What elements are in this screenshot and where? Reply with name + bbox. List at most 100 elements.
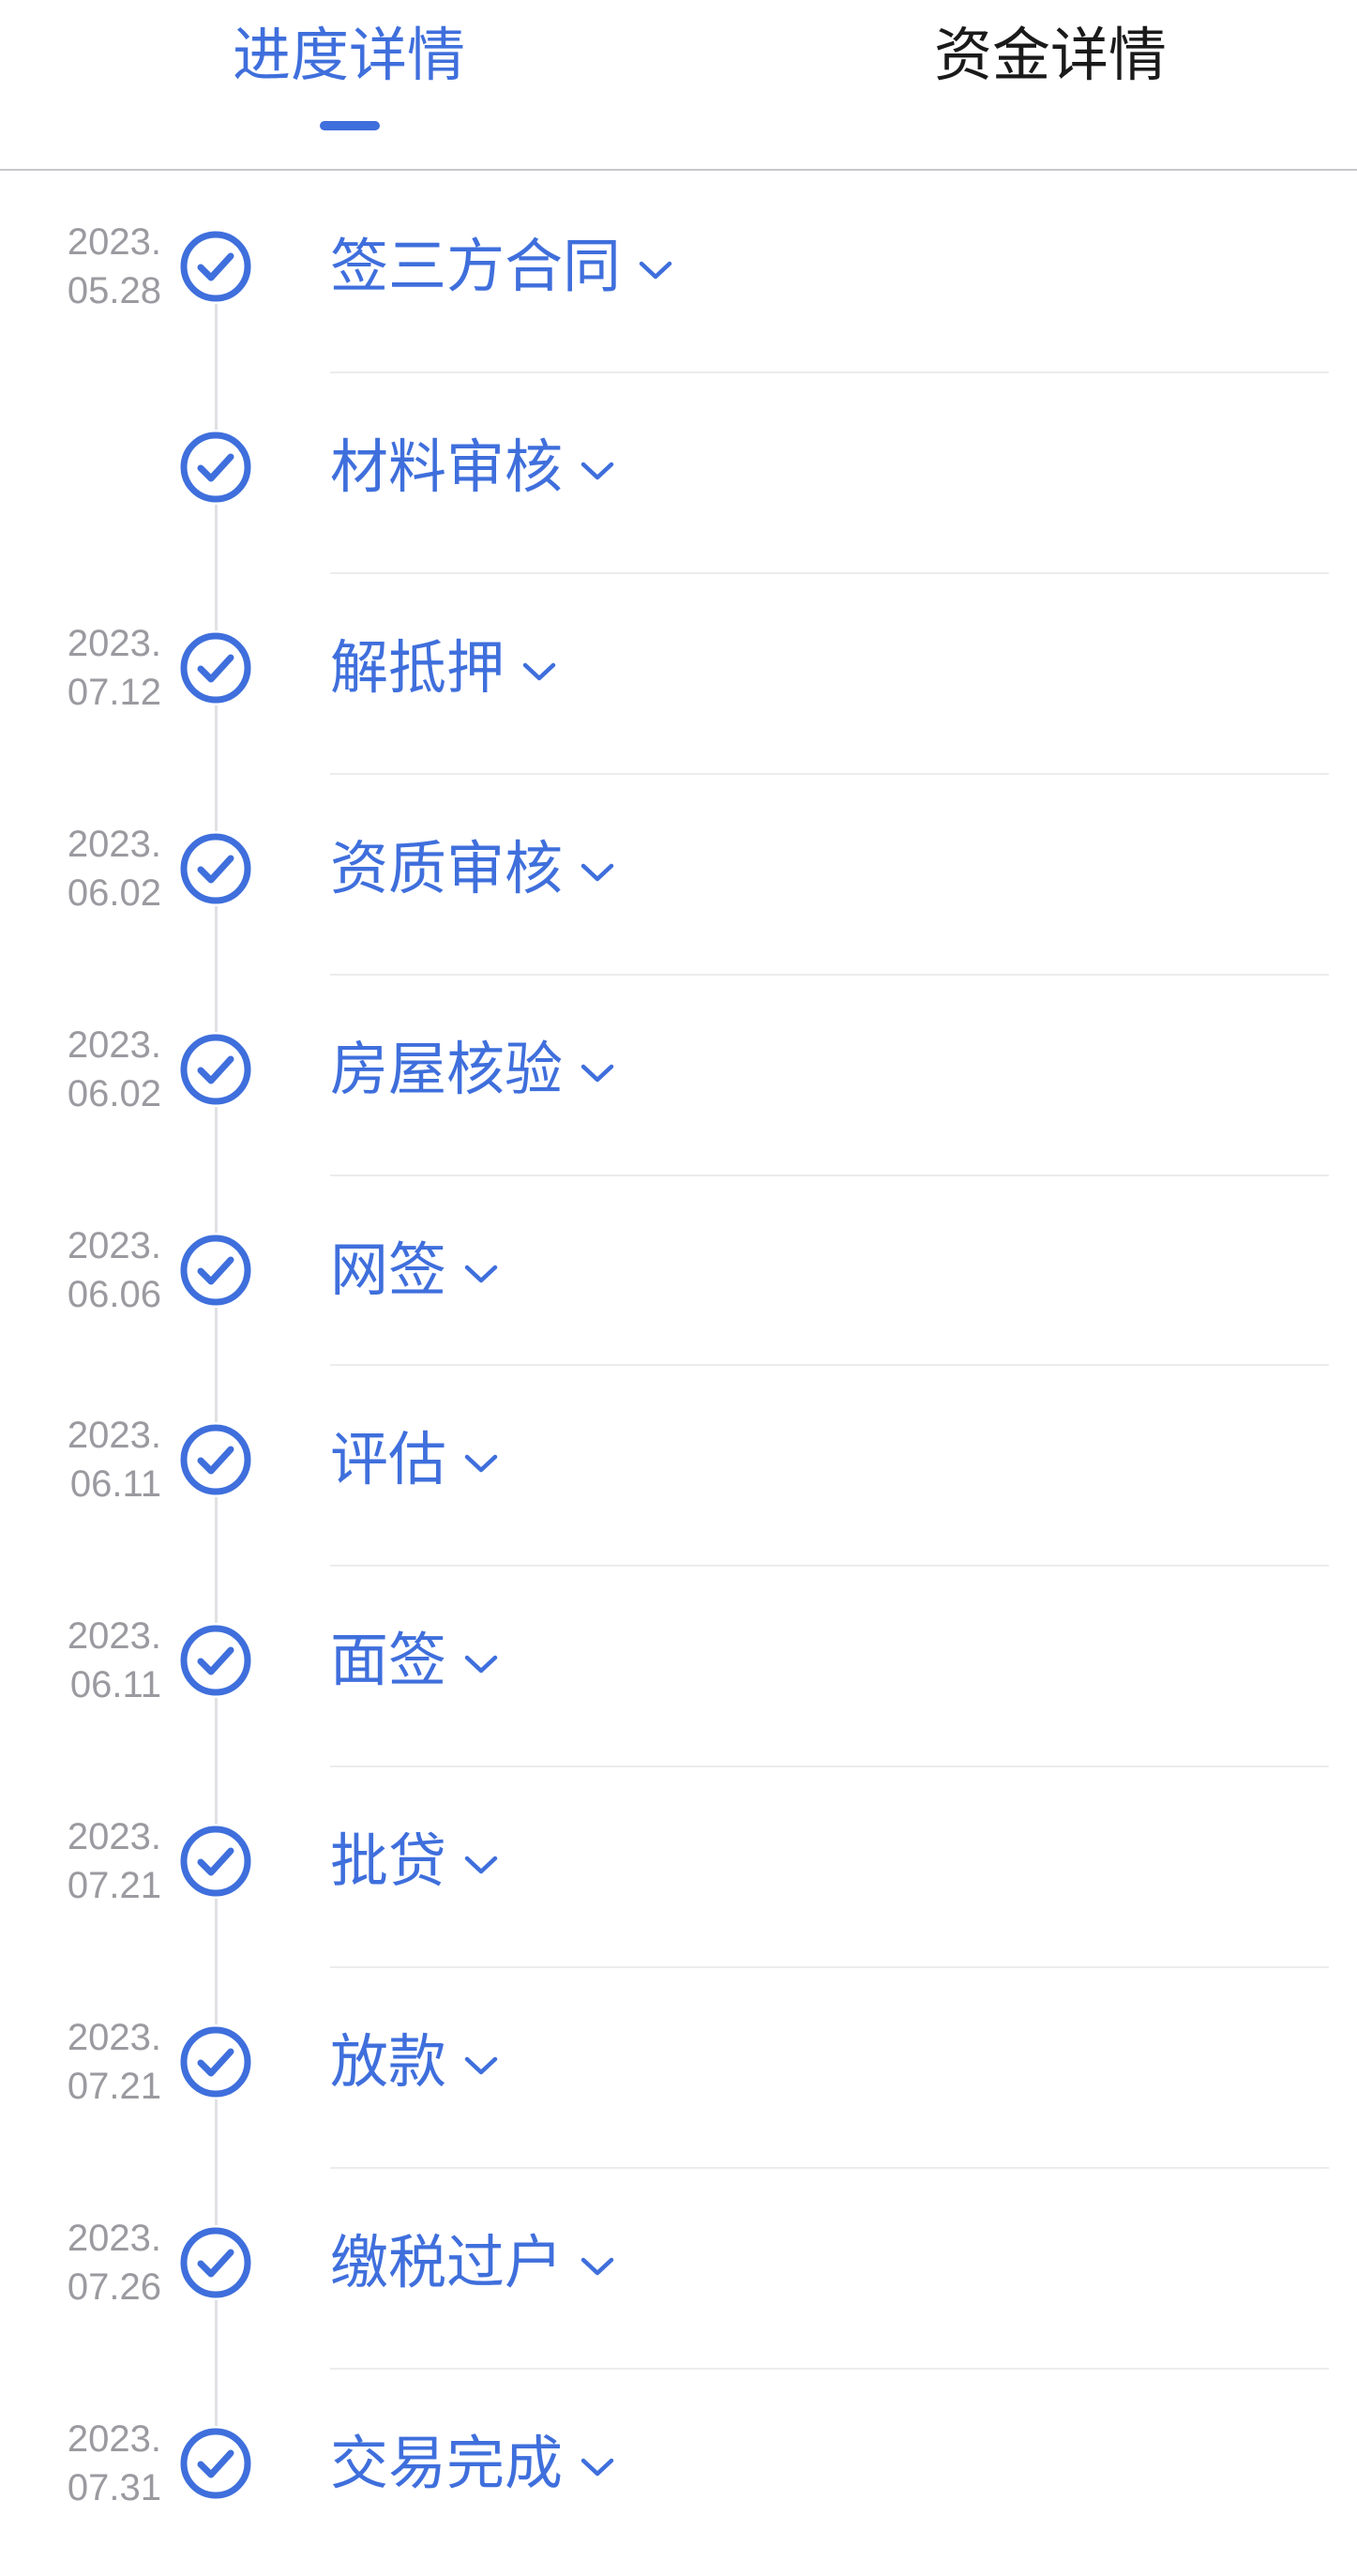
timeline-step: 2023. 06.06 网签 xyxy=(0,1225,1357,1315)
step-date-month-day: 07.31 xyxy=(67,2467,161,2508)
step-date-month-day: 06.11 xyxy=(69,1463,161,1505)
tab-bar: 进度详情 资金详情 xyxy=(0,0,1357,171)
step-title: 房屋核验 xyxy=(330,1035,564,1103)
check-circle-icon xyxy=(178,1422,253,1497)
step-date-year: 2023. xyxy=(67,221,161,263)
step-date: 2023. 06.11 xyxy=(0,1411,161,1508)
step-title: 材料审核 xyxy=(330,432,564,501)
step-date-month-day: 07.21 xyxy=(67,1865,161,1906)
step-title: 网签 xyxy=(330,1235,447,1304)
step-date-year: 2023. xyxy=(67,2218,161,2259)
step-date: 2023. 07.26 xyxy=(0,2214,161,2311)
step-title: 解抵押 xyxy=(330,633,505,702)
timeline-step: 2023. 07.21 批贷 xyxy=(0,1816,1357,1906)
chevron-down-icon xyxy=(463,1854,499,1876)
step-date: 2023. 06.02 xyxy=(0,1021,161,1118)
step-date-month-day: 06.02 xyxy=(67,872,161,914)
check-circle-icon xyxy=(178,2225,253,2300)
chevron-down-icon xyxy=(463,1653,499,1675)
step-title: 缴税过户 xyxy=(330,2228,564,2296)
step-date: 2023. 06.11 xyxy=(0,1612,161,1709)
row-divider xyxy=(330,773,1329,775)
step-title-toggle[interactable]: 评估 xyxy=(330,1422,499,1497)
step-title: 签三方合同 xyxy=(330,232,622,300)
step-title: 放款 xyxy=(330,2027,447,2096)
check-circle-icon xyxy=(178,2024,253,2099)
check-circle-icon xyxy=(178,430,253,505)
row-divider xyxy=(330,1565,1329,1567)
step-date-year: 2023. xyxy=(67,1816,161,1857)
step-date-year: 2023. xyxy=(67,2017,161,2058)
step-title-toggle[interactable]: 材料审核 xyxy=(330,430,615,505)
row-divider xyxy=(330,1966,1329,1968)
chevron-down-icon xyxy=(580,1062,615,1084)
row-divider xyxy=(330,974,1329,976)
check-circle-icon xyxy=(178,1623,253,1698)
step-title: 批贷 xyxy=(330,1826,447,1895)
check-circle-icon xyxy=(178,1233,253,1308)
step-title: 评估 xyxy=(330,1425,447,1493)
step-date-month-day: 06.02 xyxy=(67,1073,161,1114)
row-divider xyxy=(330,371,1329,373)
step-date-year: 2023. xyxy=(67,1615,161,1657)
tab-fund-details[interactable]: 资金详情 xyxy=(816,13,1285,98)
step-date: 2023. 06.06 xyxy=(0,1221,161,1319)
timeline-step: 2023. 07.26 缴税过户 xyxy=(0,2218,1357,2308)
step-title-toggle[interactable]: 缴税过户 xyxy=(330,2225,615,2300)
step-title-toggle[interactable]: 房屋核验 xyxy=(330,1032,615,1107)
step-date-year: 2023. xyxy=(67,1415,161,1456)
check-circle-icon xyxy=(178,1032,253,1107)
timeline-step: 2023. 06.11 面签 xyxy=(0,1615,1357,1705)
chevron-down-icon xyxy=(463,1263,499,1285)
step-title: 面签 xyxy=(330,1626,447,1694)
active-tab-indicator xyxy=(320,121,380,130)
step-date: 2023. 05.28 xyxy=(0,218,161,315)
step-date-year: 2023. xyxy=(67,2418,161,2460)
chevron-down-icon xyxy=(521,660,557,683)
chevron-down-icon xyxy=(463,2054,499,2077)
step-date: 2023. 07.21 xyxy=(0,1812,161,1910)
check-circle-icon xyxy=(178,1824,253,1899)
step-title-toggle[interactable]: 交易完成 xyxy=(330,2426,615,2501)
step-date-month-day: 05.28 xyxy=(67,270,161,311)
step-title: 交易完成 xyxy=(330,2429,564,2497)
timeline-step: 2023. 07.12 解抵押 xyxy=(0,623,1357,713)
tab-progress-details[interactable]: 进度详情 xyxy=(114,13,583,98)
step-date-year: 2023. xyxy=(67,1225,161,1266)
step-title-toggle[interactable]: 网签 xyxy=(330,1233,499,1308)
step-title-toggle[interactable]: 面签 xyxy=(330,1623,499,1698)
row-divider xyxy=(330,572,1329,574)
row-divider xyxy=(330,2167,1329,2169)
check-circle-icon xyxy=(178,630,253,705)
step-date: 2023. 06.02 xyxy=(0,820,161,917)
row-divider xyxy=(330,1174,1329,1176)
step-title-toggle[interactable]: 资质审核 xyxy=(330,831,615,906)
step-date: 2023. 07.21 xyxy=(0,2013,161,2111)
check-circle-icon xyxy=(178,831,253,906)
row-divider xyxy=(330,2368,1329,2370)
timeline-step: 2023. 06.02 资质审核 xyxy=(0,824,1357,914)
timeline-line xyxy=(215,274,218,2460)
check-circle-icon xyxy=(178,229,253,304)
progress-timeline: 2023. 05.28 签三方合同 材料审核 2023. 07.12 解抵押 2023. 06.… xyxy=(0,171,1357,2576)
step-title-toggle[interactable]: 签三方合同 xyxy=(330,229,673,304)
timeline-step: 2023. 07.31 交易完成 xyxy=(0,2418,1357,2508)
step-date-month-day: 07.12 xyxy=(67,672,161,713)
timeline-step: 2023. 06.02 房屋核验 xyxy=(0,1024,1357,1114)
row-divider xyxy=(330,1364,1329,1366)
step-date-year: 2023. xyxy=(67,824,161,865)
step-date-month-day: 07.21 xyxy=(67,2066,161,2107)
step-date-year: 2023. xyxy=(67,1024,161,1066)
step-title-toggle[interactable]: 解抵押 xyxy=(330,630,557,705)
step-title-toggle[interactable]: 批贷 xyxy=(330,1824,499,1899)
chevron-down-icon xyxy=(580,861,615,884)
row-divider xyxy=(330,1765,1329,1767)
timeline-step: 材料审核 xyxy=(0,430,1357,505)
chevron-down-icon xyxy=(638,259,673,281)
step-title-toggle[interactable]: 放款 xyxy=(330,2024,499,2099)
step-title: 资质审核 xyxy=(330,834,564,902)
chevron-down-icon xyxy=(580,2255,615,2278)
check-circle-icon xyxy=(178,2426,253,2501)
timeline-step: 2023. 07.21 放款 xyxy=(0,2017,1357,2107)
step-date-month-day: 07.26 xyxy=(67,2266,161,2308)
